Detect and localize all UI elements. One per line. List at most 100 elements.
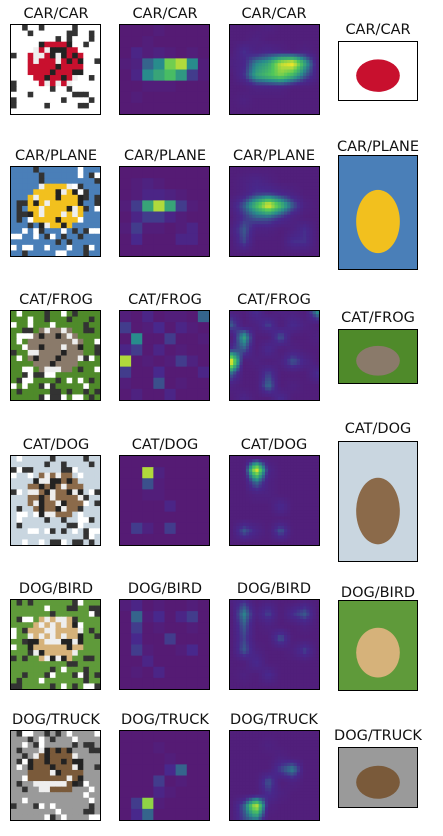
row-2-smooth-cell xyxy=(255,355,260,360)
row-2-smooth-cell xyxy=(242,387,247,391)
row-0-smooth-cell xyxy=(303,44,307,48)
row-4-smooth-cell xyxy=(233,619,237,623)
row-1-smooth-cell xyxy=(315,173,319,178)
row-2-smooth-cell xyxy=(284,374,288,379)
row-1-smooth-cell xyxy=(312,176,317,181)
row-1-smooth-cell xyxy=(249,198,253,203)
row-0-smooth-cell xyxy=(290,44,295,48)
row-3-input-pixel xyxy=(49,517,56,524)
row-2-smooth-cell xyxy=(312,374,317,379)
row-2-smooth-cell xyxy=(236,339,241,344)
row-4-heat-cell xyxy=(186,611,199,623)
row-2-smooth-cell xyxy=(245,323,250,328)
row-1-smooth-cell xyxy=(249,201,253,206)
row-1-input-pixel xyxy=(77,178,84,185)
row-2-smooth-cell xyxy=(245,339,250,344)
row-4-heat-cell xyxy=(197,633,209,645)
row-0-smooth-cell xyxy=(306,91,310,96)
row-2-smooth-cell xyxy=(261,358,266,363)
row-0-smooth-cell xyxy=(261,40,266,45)
row-4-input-pixel xyxy=(33,622,40,629)
row-4-input-pixel xyxy=(83,600,90,607)
row-1-smooth-cell xyxy=(255,214,260,219)
row-4-smooth-cell xyxy=(230,606,234,611)
row-4-input-pixel xyxy=(61,611,68,618)
row-4-smooth-cell xyxy=(284,606,288,611)
row-1-smooth-cell xyxy=(306,176,310,181)
row-1-smooth-cell xyxy=(315,230,319,235)
row-3-smooth-cell xyxy=(312,525,317,530)
row-0-input-pixel xyxy=(49,108,56,114)
row-1-smooth-cell xyxy=(264,173,269,178)
row-0-smooth-cell xyxy=(296,25,301,29)
row-2-smooth-cell xyxy=(280,396,285,400)
row-3-input-pixel xyxy=(55,533,62,540)
row-1-smooth-cell xyxy=(255,249,260,254)
row-1-smooth-cell xyxy=(233,170,237,174)
row-3-smooth-cell xyxy=(271,525,275,530)
row-0-smooth-cell xyxy=(255,47,260,51)
row-4-smooth-cell xyxy=(245,603,250,607)
row-0-smooth-cell xyxy=(274,44,279,48)
row-1-smooth-cell xyxy=(303,167,307,171)
row-1-smooth-cell xyxy=(271,221,275,225)
row-0-smooth-cell xyxy=(315,79,319,83)
row-2-input-pixel xyxy=(38,333,45,340)
row-0-smooth-cell xyxy=(287,104,291,109)
row-4-smooth-cell xyxy=(230,622,234,626)
row-1-input-pixel xyxy=(83,211,90,218)
row-4-input-pixel xyxy=(94,616,100,623)
row-3-smooth-cell xyxy=(242,525,247,530)
row-1-smooth-cell xyxy=(296,182,301,187)
row-1-smooth-cell xyxy=(284,182,288,187)
row-0-smooth-cell xyxy=(264,91,269,96)
row-3-smooth-cell xyxy=(280,529,285,533)
row-1-input-pixel xyxy=(77,211,84,218)
row-2-input-pixel xyxy=(66,366,73,373)
row-3-input-pixel xyxy=(27,500,34,507)
row-0-smooth-cell xyxy=(284,101,288,105)
row-0-input-pixel xyxy=(27,86,34,93)
row-0-smooth-cell xyxy=(274,63,279,67)
row-1-smooth-cell xyxy=(312,198,317,203)
row-0-smooth-cell xyxy=(249,56,253,61)
row-0-smooth-cell xyxy=(306,34,310,39)
row-1-smooth-cell xyxy=(230,214,234,219)
row-0-smooth-cell xyxy=(312,88,317,93)
row-2-heat-cell xyxy=(142,388,154,400)
row-3-smooth-cell xyxy=(242,468,247,473)
row-3-smooth-cell xyxy=(296,475,301,479)
row-3-input-pixel xyxy=(11,489,18,496)
row-2-smooth-cell xyxy=(303,317,307,322)
row-3-smooth-cell xyxy=(274,494,279,498)
row-3-smooth-cell xyxy=(252,510,256,514)
row-1-input-pixel xyxy=(49,189,56,196)
row-4-input-pixel xyxy=(16,661,23,668)
row-3-input-pixel xyxy=(55,506,62,513)
row-0-input-pixel xyxy=(27,58,34,65)
row-0-smooth-cell xyxy=(252,75,256,80)
row-3-smooth-cell xyxy=(293,475,298,479)
row-0-input-pixel xyxy=(11,102,18,109)
row-3-input-pixel xyxy=(83,472,90,479)
row-1-input-pixel xyxy=(16,244,23,251)
row-1-input-pixel xyxy=(72,244,79,251)
row-2-smooth-cell xyxy=(233,380,237,385)
row-1-smooth-cell xyxy=(258,217,263,222)
row-3-smooth-cell xyxy=(233,478,237,482)
row-1-heat-cell xyxy=(197,189,209,201)
row-1-smooth-cell xyxy=(293,217,298,222)
row-1-smooth-cell xyxy=(274,208,279,212)
row-0-input-pixel xyxy=(11,69,18,76)
row-1-smooth-cell xyxy=(284,224,288,228)
row-0-smooth-cell xyxy=(239,50,244,55)
row-3-smooth-cell xyxy=(239,513,244,517)
row-2-smooth-cell xyxy=(309,396,314,400)
row-3-smooth-cell xyxy=(274,519,279,524)
row-1-input-pixel xyxy=(38,183,45,190)
row-0-smooth-cell xyxy=(261,110,266,114)
row-3-input-pixel xyxy=(66,511,73,518)
row-4-smooth-cell xyxy=(274,609,279,614)
row-0-smooth-cell xyxy=(277,104,282,109)
row-0-smooth-cell xyxy=(258,69,263,74)
